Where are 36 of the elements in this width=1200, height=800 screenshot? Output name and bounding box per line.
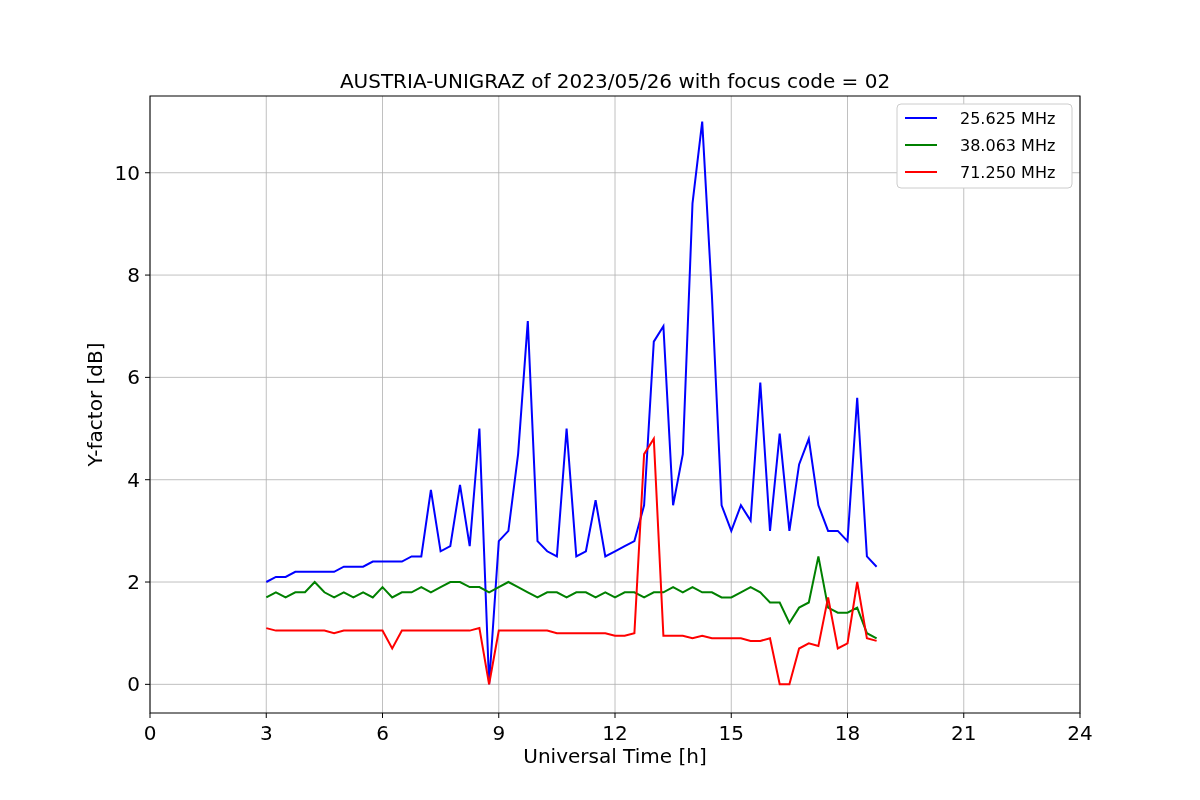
tick-label: 4	[127, 467, 140, 492]
tick-label: 21	[951, 721, 977, 745]
legend-label: 25.625 MHz	[960, 109, 1056, 128]
tick-mark	[1079, 712, 1081, 719]
x-axis-label: Universal Time [h]	[523, 744, 707, 768]
tick-mark	[144, 172, 151, 174]
tick-label: 6	[376, 721, 389, 745]
tick-mark	[498, 712, 500, 719]
tick-label: 18	[834, 721, 861, 745]
chart-title: AUSTRIA-UNIGRAZ of 2023/05/26 with focus code = 02	[339, 69, 891, 93]
tick-mark	[730, 712, 732, 719]
tick-label: 0	[127, 672, 140, 697]
tick-label: 12	[602, 721, 628, 745]
legend-label: 38.063 MHz	[960, 136, 1056, 155]
tick-label: 10	[114, 160, 140, 185]
tick-mark	[382, 712, 383, 719]
tick-mark	[144, 479, 151, 481]
tick-label: 8	[127, 263, 140, 288]
tick-label: 0	[143, 721, 157, 745]
tick-mark	[144, 376, 151, 378]
tick-mark	[144, 581, 151, 583]
tick-mark	[614, 712, 616, 719]
tick-label: 24	[1067, 721, 1093, 745]
legend-label: 71.250 MHz	[960, 163, 1056, 182]
tick-mark	[847, 712, 848, 719]
tick-mark	[265, 712, 267, 719]
tick-label: 3	[259, 721, 273, 745]
tick-label: 2	[127, 570, 140, 595]
tick-label: 15	[718, 721, 744, 745]
tick-label: 6	[127, 365, 140, 390]
tick-mark	[144, 683, 151, 685]
y-axis-label: Y-factor [dB]	[83, 342, 107, 467]
tick-mark	[963, 712, 965, 719]
tick-mark	[149, 712, 151, 719]
tick-mark	[144, 274, 151, 276]
tick-label: 9	[492, 721, 506, 745]
